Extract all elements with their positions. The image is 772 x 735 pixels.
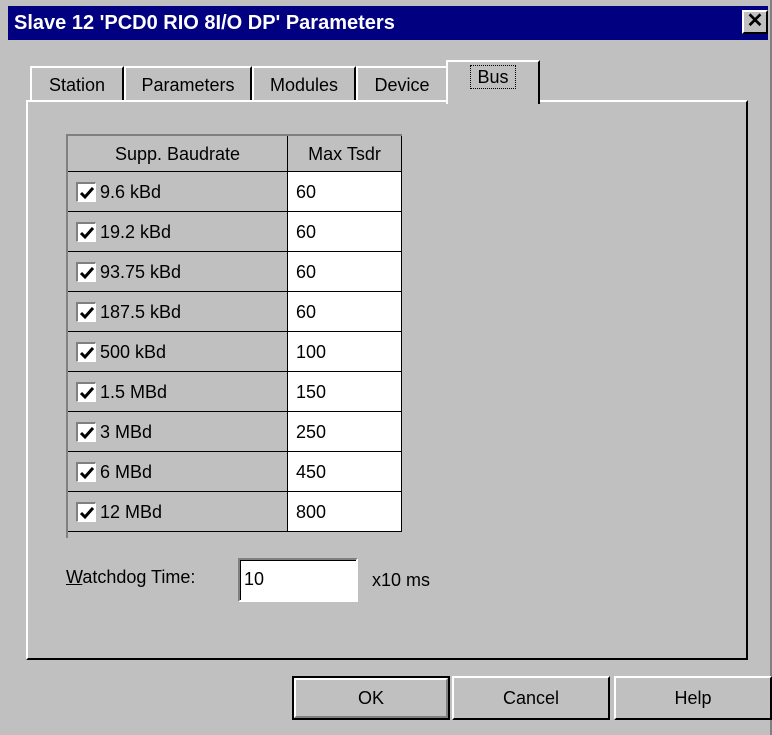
baudrate-cell: 187.5 kBd (68, 292, 288, 332)
close-button[interactable]: ✕ (742, 10, 768, 34)
baudrate-label: 187.5 kBd (100, 302, 182, 322)
checkmark-icon (79, 427, 95, 440)
table-row: 3 MBd 250 (68, 412, 402, 452)
tab-label: Modules (269, 75, 339, 95)
table-row: 19.2 kBd 60 (68, 212, 402, 252)
baudrate-checkbox[interactable] (76, 462, 96, 482)
column-header-baudrate[interactable]: Supp. Baudrate (68, 136, 288, 172)
baudrate-checkbox[interactable] (76, 262, 96, 282)
baudrate-checkbox[interactable] (76, 342, 96, 362)
baudrate-cell: 12 MBd (68, 492, 288, 532)
window-title: Slave 12 'PCD0 RIO 8I/O DP' Parameters (14, 12, 395, 34)
table-row: 12 MBd 800 (68, 492, 402, 532)
baudrate-checkbox[interactable] (76, 502, 96, 522)
baudrate-checkbox[interactable] (76, 182, 96, 202)
tab-parameters[interactable]: Parameters (124, 66, 252, 102)
watchdog-time-input[interactable]: 10 (238, 558, 358, 602)
table-row: 6 MBd 450 (68, 452, 402, 492)
baudrate-label: 1.5 MBd (100, 382, 168, 402)
ok-button-label: OK (357, 688, 384, 708)
column-header-max-tsdr[interactable]: Max Tsdr (288, 136, 402, 172)
table-row: 9.6 kBd 60 (68, 172, 402, 212)
max-tsdr-cell[interactable]: 250 (288, 412, 402, 452)
baudrate-cell: 19.2 kBd (68, 212, 288, 252)
watchdog-unit: x10 ms (372, 570, 431, 590)
max-tsdr-cell[interactable]: 150 (288, 372, 402, 412)
table-row: 93.75 kBd 60 (68, 252, 402, 292)
checkmark-icon (79, 467, 95, 480)
tab-station[interactable]: Station (30, 66, 124, 102)
max-tsdr-cell[interactable]: 800 (288, 492, 402, 532)
baudrate-checkbox[interactable] (76, 382, 96, 402)
max-tsdr-cell[interactable]: 450 (288, 452, 402, 492)
baudrate-label: 6 MBd (100, 462, 153, 482)
max-tsdr-cell[interactable]: 60 (288, 292, 402, 332)
baudrate-cell: 3 MBd (68, 412, 288, 452)
close-icon: ✕ (746, 10, 764, 32)
baudrate-label: 12 MBd (100, 502, 163, 522)
baudrate-table: Supp. Baudrate Max Tsdr 9.6 kBd 60 19.2 … (66, 134, 402, 538)
checkmark-icon (79, 187, 95, 200)
baudrate-label: 3 MBd (100, 422, 153, 442)
baudrate-cell: 1.5 MBd (68, 372, 288, 412)
checkmark-icon (79, 227, 95, 240)
baudrate-cell: 9.6 kBd (68, 172, 288, 212)
tab-modules[interactable]: Modules (252, 66, 356, 102)
table-row: 500 kBd 100 (68, 332, 402, 372)
tab-label: Bus (470, 65, 516, 89)
baudrate-label: 9.6 kBd (100, 182, 162, 202)
checkmark-icon (79, 267, 95, 280)
baudrate-label: 93.75 kBd (100, 262, 182, 282)
tab-label: Station (48, 75, 106, 95)
ok-button[interactable]: OK (292, 676, 450, 720)
max-tsdr-cell[interactable]: 60 (288, 172, 402, 212)
checkmark-icon (79, 387, 95, 400)
table-row: 1.5 MBd 150 (68, 372, 402, 412)
baudrate-label: 500 kBd (100, 342, 167, 362)
watchdog-value: 10 (244, 569, 265, 589)
watchdog-accelerator: W (66, 567, 83, 587)
help-button-label: Help (674, 688, 712, 708)
checkmark-icon (79, 347, 95, 360)
baudrate-cell: 6 MBd (68, 452, 288, 492)
baudrate-cell: 500 kBd (68, 332, 288, 372)
max-tsdr-cell[interactable]: 60 (288, 252, 402, 292)
parameters-dialog: Slave 12 'PCD0 RIO 8I/O DP' Parameters ✕… (0, 0, 772, 735)
baudrate-checkbox[interactable] (76, 422, 96, 442)
table-row: 187.5 kBd 60 (68, 292, 402, 332)
cancel-button-label: Cancel (502, 688, 560, 708)
title-bar[interactable]: Slave 12 'PCD0 RIO 8I/O DP' Parameters ✕ (8, 6, 768, 40)
max-tsdr-cell[interactable]: 60 (288, 212, 402, 252)
tab-bus[interactable]: Bus (446, 60, 540, 104)
baudrate-checkbox[interactable] (76, 222, 96, 242)
checkmark-icon (79, 307, 95, 320)
cancel-button[interactable]: Cancel (452, 676, 610, 720)
baudrate-cell: 93.75 kBd (68, 252, 288, 292)
help-button[interactable]: Help (614, 676, 772, 720)
tab-label: Device (374, 75, 430, 95)
tab-device[interactable]: Device (356, 66, 448, 102)
max-tsdr-cell[interactable]: 100 (288, 332, 402, 372)
baudrate-label: 19.2 kBd (100, 222, 172, 242)
watchdog-label-text: atchdog Time: (82, 567, 196, 587)
baudrate-checkbox[interactable] (76, 302, 96, 322)
tab-label: Parameters (141, 75, 235, 95)
watchdog-label: Watchdog Time: (66, 567, 195, 588)
checkmark-icon (79, 507, 95, 520)
